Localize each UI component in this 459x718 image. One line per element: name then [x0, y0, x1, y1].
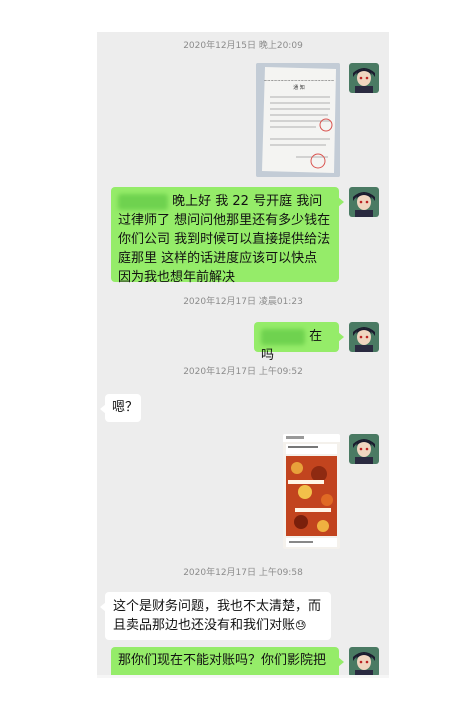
sender-avatar[interactable]: [349, 434, 379, 464]
timestamp: 2020年12月17日 凌晨01:23: [183, 297, 303, 307]
message-text: 这个是财务问题，我也不太清楚，而且卖品那边也还没有和我们对账: [113, 599, 322, 633]
app-screenshot: [283, 434, 340, 549]
timestamp: 2020年12月17日 上午09:58: [183, 568, 303, 578]
timestamp: 2020年12月17日 上午09:52: [183, 367, 303, 377]
received-message-bubble[interactable]: 这个是财务问题，我也不太清楚，而且卖品那边也还没有和我们对账😓: [100, 592, 331, 640]
sender-avatar[interactable]: [349, 647, 379, 677]
anime-character-avatar-icon: [349, 322, 379, 352]
sender-avatar[interactable]: [349, 63, 379, 93]
document-photo-message[interactable]: ~~~~~~~~~~~~~~~~~~~~~ 通 知: [256, 63, 340, 177]
sent-message-bubble[interactable]: 那你们现在不能对账吗？你们影院把: [111, 647, 344, 678]
svg-text:~~~~~~~~~~~~~~~~~~~~~: ~~~~~~~~~~~~~~~~~~~~~: [264, 78, 334, 83]
message-text: 嗯？: [112, 400, 139, 415]
received-message-bubble[interactable]: 嗯？: [100, 394, 141, 422]
redacted-name: [118, 193, 168, 210]
sender-avatar[interactable]: [349, 322, 379, 352]
chat-bottom-edge: [97, 675, 389, 678]
chat-window: 2020年12月15日 晚上20:09 ~~~~~~~~~~~~~~~~~~~~…: [97, 32, 389, 678]
sent-message-bubble[interactable]: 晚上好 我 22 号开庭 我问过律师了 想问问他那里还有多少钱在你们公司 我到时…: [111, 187, 344, 285]
message-text: 那你们现在不能对账吗？你们影院把: [118, 653, 327, 668]
sender-avatar[interactable]: [349, 187, 379, 217]
timestamp: 2020年12月15日 晚上20:09: [183, 41, 303, 51]
sent-message-bubble[interactable]: 在吗: [254, 322, 344, 363]
anime-character-avatar-icon: [349, 647, 379, 677]
anime-character-avatar-icon: [349, 63, 379, 93]
redacted-name: [261, 328, 305, 345]
document-photo: ~~~~~~~~~~~~~~~~~~~~~ 通 知: [256, 63, 340, 177]
anime-character-avatar-icon: [349, 187, 379, 217]
document-heading: 通 知: [293, 84, 305, 91]
anime-character-avatar-icon: [349, 434, 379, 464]
sweat-emoji-icon: 😓: [295, 619, 307, 632]
screenshot-image-message[interactable]: [283, 434, 340, 549]
